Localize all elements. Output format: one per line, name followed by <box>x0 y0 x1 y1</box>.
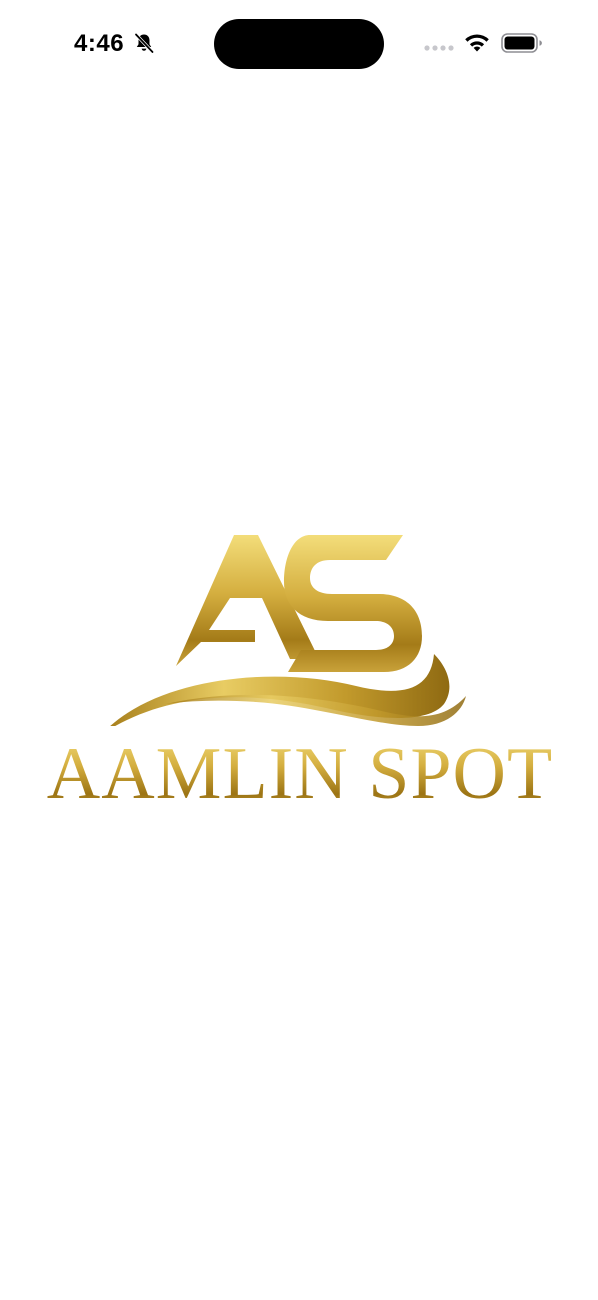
bell-slash-icon <box>134 32 155 54</box>
wifi-icon <box>465 34 489 52</box>
battery-icon <box>501 33 542 53</box>
status-bar: 4:46 <box>0 0 598 90</box>
brand-name: AAMLIN SPOT <box>26 734 574 814</box>
splash-logo: AAMLIN SPOT <box>26 526 574 816</box>
status-time: 4:46 <box>74 30 125 57</box>
as-monogram-logo <box>110 535 466 726</box>
cellular-signal-icon <box>424 45 454 51</box>
dynamic-island <box>214 19 384 69</box>
